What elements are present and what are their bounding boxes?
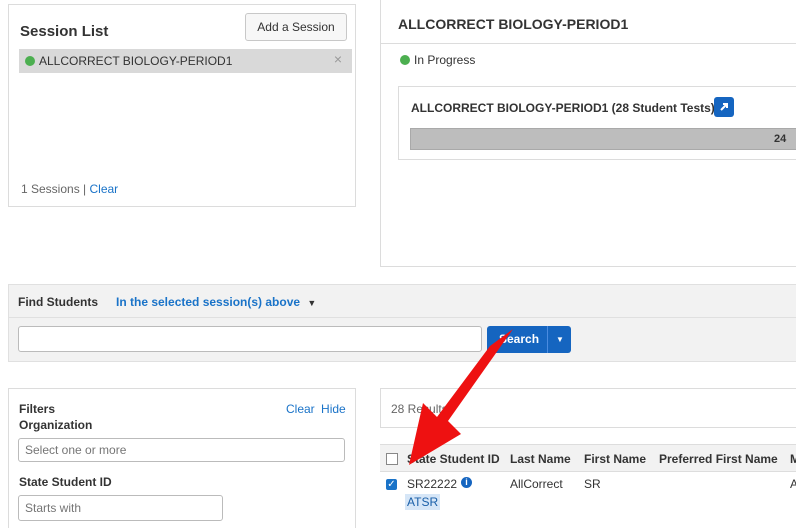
results-count: 28 Results	[391, 402, 448, 416]
ssid-cell: SR22222	[407, 477, 458, 491]
test-label: ALLCORRECT BIOLOGY-PERIOD1 (28 Student T…	[411, 101, 715, 115]
results-panel: 28 Results	[380, 388, 796, 428]
session-count-text: 1 Sessions |	[21, 182, 87, 196]
table-header: State Student ID Last Name First Name Pr…	[380, 444, 796, 472]
scope-dropdown[interactable]: In the selected session(s) above ▼	[116, 295, 316, 309]
status-dot-icon	[400, 55, 410, 65]
row-checkbox[interactable]: ✓	[386, 479, 397, 490]
search-button[interactable]: Search ▼	[487, 326, 571, 353]
session-status: In Progress	[400, 53, 475, 67]
search-button-label: Search	[499, 332, 540, 346]
search-dropdown-toggle[interactable]: ▼	[547, 326, 572, 353]
find-students-label: Find Students	[18, 295, 98, 309]
test-progress-card: ALLCORRECT BIOLOGY-PERIOD1 (28 Student T…	[398, 86, 796, 160]
session-detail-title: ALLCORRECT BIOLOGY-PERIOD1	[398, 16, 629, 32]
session-list-panel: Session List Add a Session ALLCORRECT BI…	[8, 4, 356, 207]
organization-label: Organization	[19, 418, 93, 432]
scope-label: In the selected session(s) above	[116, 295, 301, 309]
accommodation-tag[interactable]: ATSR	[405, 494, 441, 510]
divider	[381, 43, 796, 44]
find-students-bar: Find Students In the selected session(s)…	[8, 284, 796, 318]
select-all-checkbox[interactable]	[386, 453, 398, 465]
first-name-cell: SR	[584, 477, 601, 491]
col-preferred-first-name[interactable]: Preferred First Name	[659, 452, 778, 466]
session-item-label: ALLCORRECT BIOLOGY-PERIOD1	[39, 54, 233, 68]
organization-select[interactable]	[18, 438, 345, 462]
session-list-title: Session List	[20, 23, 109, 40]
last-name-cell: AllCorrect	[510, 477, 563, 491]
caret-down-icon: ▼	[307, 298, 317, 308]
add-session-button[interactable]: Add a Session	[245, 13, 347, 41]
filters-panel: Filters Clear Hide Organization State St…	[8, 388, 356, 528]
col-last-name[interactable]: Last Name	[510, 452, 571, 466]
progress-count: 24	[774, 133, 787, 145]
status-text: In Progress	[414, 53, 476, 67]
col-first-name[interactable]: First Name	[584, 452, 646, 466]
col-ssid[interactable]: State Student ID	[407, 452, 500, 466]
progress-bar: 24	[410, 128, 796, 150]
col-m[interactable]: M	[790, 452, 796, 466]
clear-sessions-link[interactable]: Clear	[90, 182, 119, 196]
ssid-input[interactable]	[18, 495, 223, 521]
session-list-item[interactable]: ALLCORRECT BIOLOGY-PERIOD1 ×	[19, 49, 352, 73]
clear-filters-link[interactable]: Clear	[286, 402, 315, 416]
session-detail-panel: ALLCORRECT BIOLOGY-PERIOD1 In Progress A…	[380, 0, 796, 267]
status-dot-icon	[25, 56, 35, 66]
search-input[interactable]	[18, 326, 482, 352]
filters-actions: Clear Hide	[286, 402, 346, 416]
table-row[interactable]: ✓ SR22222 i AllCorrect SR A ATSR	[380, 472, 796, 516]
filters-title: Filters	[19, 402, 56, 416]
ssid-label: State Student ID	[19, 475, 112, 489]
hide-filters-link[interactable]: Hide	[321, 402, 346, 416]
external-link-icon[interactable]	[714, 97, 734, 117]
session-count: 1 Sessions | Clear	[21, 182, 118, 196]
results-table: State Student ID Last Name First Name Pr…	[380, 444, 796, 524]
close-icon[interactable]: ×	[334, 47, 342, 71]
m-cell: A	[790, 477, 796, 491]
info-icon[interactable]: i	[461, 477, 472, 488]
